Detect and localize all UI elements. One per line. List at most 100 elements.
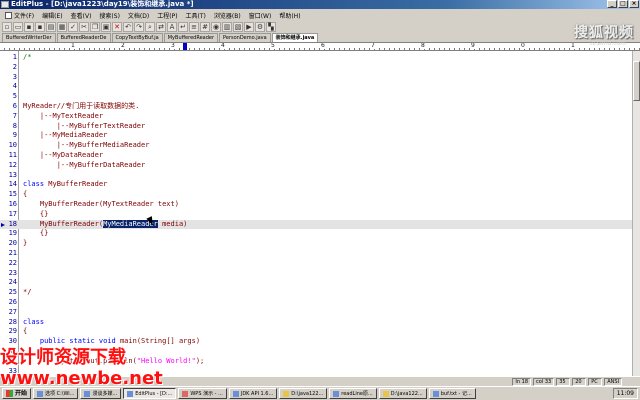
code-token: |--MyBufferDataReader — [23, 160, 146, 169]
word-wrap-icon[interactable]: ↵ — [178, 22, 188, 32]
print-icon[interactable]: ▤ — [46, 22, 56, 32]
code-line[interactable]: 22 — [0, 259, 632, 269]
ruler-icon[interactable]: ≡ — [189, 22, 199, 32]
editplus-app-icon — [1, 1, 9, 8]
code-text: |--MyMediaReader — [23, 131, 107, 141]
menu-window[interactable]: 窗口(W) — [246, 11, 275, 20]
code-text: MyBufferReader(MyTextReader text) — [23, 200, 179, 210]
code-line[interactable]: 23 — [0, 269, 632, 279]
directory-icon[interactable]: ▧ — [233, 22, 243, 32]
open-folder-icon[interactable]: ▭ — [13, 22, 23, 32]
line-number-icon[interactable]: # — [200, 22, 210, 32]
tab-copy-text-by-buf[interactable]: CopyTextByBuf.ja — [111, 33, 163, 42]
code-line[interactable]: 25 */ — [0, 288, 632, 298]
tile-icon[interactable]: ▚ — [266, 22, 276, 32]
line-number: 13 — [8, 170, 17, 179]
delete-icon[interactable]: ✕ — [112, 22, 122, 32]
status-column: col 33 — [533, 377, 555, 386]
code-line[interactable]: 28 class — [0, 318, 632, 328]
run-icon[interactable]: ▶ — [244, 22, 254, 32]
line-number: 6 — [12, 102, 17, 110]
settings-icon[interactable]: ⚙ — [255, 22, 265, 32]
replace-icon[interactable]: ⇄ — [156, 22, 166, 32]
tab-buffered-reader-demo[interactable]: BufferedReaderDe — [56, 33, 111, 42]
tab-buffered-writer-demo[interactable]: BufferedWriterDer — [2, 33, 56, 42]
menu-browser[interactable]: 浏览器(B) — [211, 11, 244, 20]
code-line[interactable]: 18 MyBufferReader(MyMediaReader media) — [0, 219, 632, 230]
find-icon[interactable]: ⌕ — [145, 22, 155, 32]
browser-icon[interactable]: ◉ — [211, 22, 221, 32]
print-preview-icon[interactable]: ▦ — [57, 22, 67, 32]
taskbar-item[interactable]: D:\java122... — [279, 388, 328, 399]
code-line[interactable]: 14 class MyBufferReader — [0, 180, 632, 190]
paste-icon[interactable]: ▣ — [101, 22, 111, 32]
taskbar-item[interactable]: D:\java122... — [378, 388, 427, 399]
window-titlebar[interactable]: EditPlus - [D:\java1223\day19\装饰和继承.java… — [0, 0, 640, 9]
taskbar-item[interactable]: JDK API 1.6... — [228, 388, 278, 399]
code-editor[interactable]: 1/* 2 3 4 5 6 MyReader//专门用于读取数据的类. 7 |--MyText… — [0, 51, 632, 376]
code-line[interactable]: 24 — [0, 278, 632, 288]
minimize-button[interactable]: _ — [607, 0, 617, 8]
redo-icon[interactable]: ↷ — [134, 22, 144, 32]
code-line[interactable]: 2 — [0, 63, 632, 73]
code-line[interactable]: 3 — [0, 73, 632, 83]
save-all-icon[interactable]: ▪ — [35, 22, 45, 32]
code-line[interactable]: 10 |--MyBufferMediaReader — [0, 141, 632, 151]
code-line[interactable]: 12 |--MyBufferDataReader — [0, 161, 632, 171]
tab-my-buffered-reader[interactable]: MyBufferedReader — [163, 33, 219, 42]
code-line[interactable]: 11 |--MyDataReader — [0, 151, 632, 161]
menu-search[interactable]: 搜索(S) — [96, 11, 123, 20]
ruler-mark: 7 — [370, 43, 376, 49]
undo-icon[interactable]: ↶ — [123, 22, 133, 32]
code-line[interactable]: 13 — [0, 171, 632, 181]
taskbar-item[interactable]: 选项 C:\Wi... — [33, 388, 79, 399]
save-icon[interactable]: ▪ — [24, 22, 34, 32]
code-line[interactable]: 1 /* — [0, 53, 632, 63]
copy-icon[interactable]: ❐ — [90, 22, 100, 32]
code-line[interactable]: 16 MyBufferReader(MyTextReader text) — [0, 200, 632, 210]
taskbar-item[interactable]: buf.txt - 记... — [428, 388, 476, 399]
taskbar-item[interactable]: 漫谈多媒... — [80, 388, 122, 399]
cut-icon[interactable]: ✂ — [79, 22, 89, 32]
code-line[interactable]: 29 { — [0, 327, 632, 337]
code-line[interactable]: 21 — [0, 249, 632, 259]
spell-check-icon[interactable]: ✓ — [68, 22, 78, 32]
vertical-scrollbar[interactable] — [632, 51, 640, 376]
code-line[interactable]: 4 — [0, 82, 632, 92]
menu-file[interactable]: 文件(F) — [2, 11, 37, 20]
code-line[interactable]: 19 {} — [0, 229, 632, 239]
code-text: } — [23, 239, 27, 249]
new-file-icon[interactable]: ▫ — [2, 22, 12, 32]
tab-decorator-inherit[interactable]: 装饰和继承.java — [271, 33, 319, 42]
taskbar-item-active[interactable]: EditPlus - [D:... — [123, 388, 177, 399]
code-line[interactable]: 27 — [0, 308, 632, 318]
tab-person-demo[interactable]: PersonDemo.java — [219, 33, 271, 42]
code-line[interactable]: 6 MyReader//专门用于读取数据的类. — [0, 102, 632, 112]
code-line[interactable]: 8 |--MyBufferTextReader — [0, 122, 632, 132]
menu-view[interactable]: 查看(V) — [68, 11, 95, 20]
menu-help[interactable]: 帮助(H) — [276, 11, 303, 20]
start-button[interactable]: 开始 — [2, 388, 32, 399]
code-token: |--MyTextReader — [23, 111, 104, 120]
menu-tools[interactable]: 工具(T) — [183, 11, 209, 20]
code-line[interactable]: 20} — [0, 239, 632, 249]
code-line[interactable]: 7 |--MyTextReader — [0, 112, 632, 122]
scrollbar-thumb[interactable] — [633, 61, 640, 101]
close-button[interactable]: × — [629, 0, 639, 8]
code-line[interactable]: 17 {} — [0, 210, 632, 220]
code-line[interactable]: 15 { — [0, 190, 632, 200]
menu-edit[interactable]: 编辑(E) — [39, 11, 65, 20]
code-line[interactable]: 9 |--MyMediaReader — [0, 131, 632, 141]
sohu-domain-watermark: tv.sohu.com — [589, 40, 626, 47]
cliptext-icon[interactable]: ▥ — [222, 22, 232, 32]
menu-project[interactable]: 工程(P) — [154, 11, 180, 20]
taskbar-item[interactable]: WPS 演示 - ... — [178, 388, 227, 399]
menu-document[interactable]: 文档(D) — [125, 11, 152, 20]
editplus-icon — [127, 390, 134, 397]
code-line[interactable]: 26 — [0, 298, 632, 308]
maximize-button[interactable]: □ — [618, 0, 628, 8]
code-line[interactable]: 5 — [0, 92, 632, 102]
taskbar-item[interactable]: readLine原... — [329, 388, 377, 399]
font-icon[interactable]: A — [167, 22, 177, 32]
system-tray-clock[interactable]: 11:09 — [612, 388, 638, 399]
